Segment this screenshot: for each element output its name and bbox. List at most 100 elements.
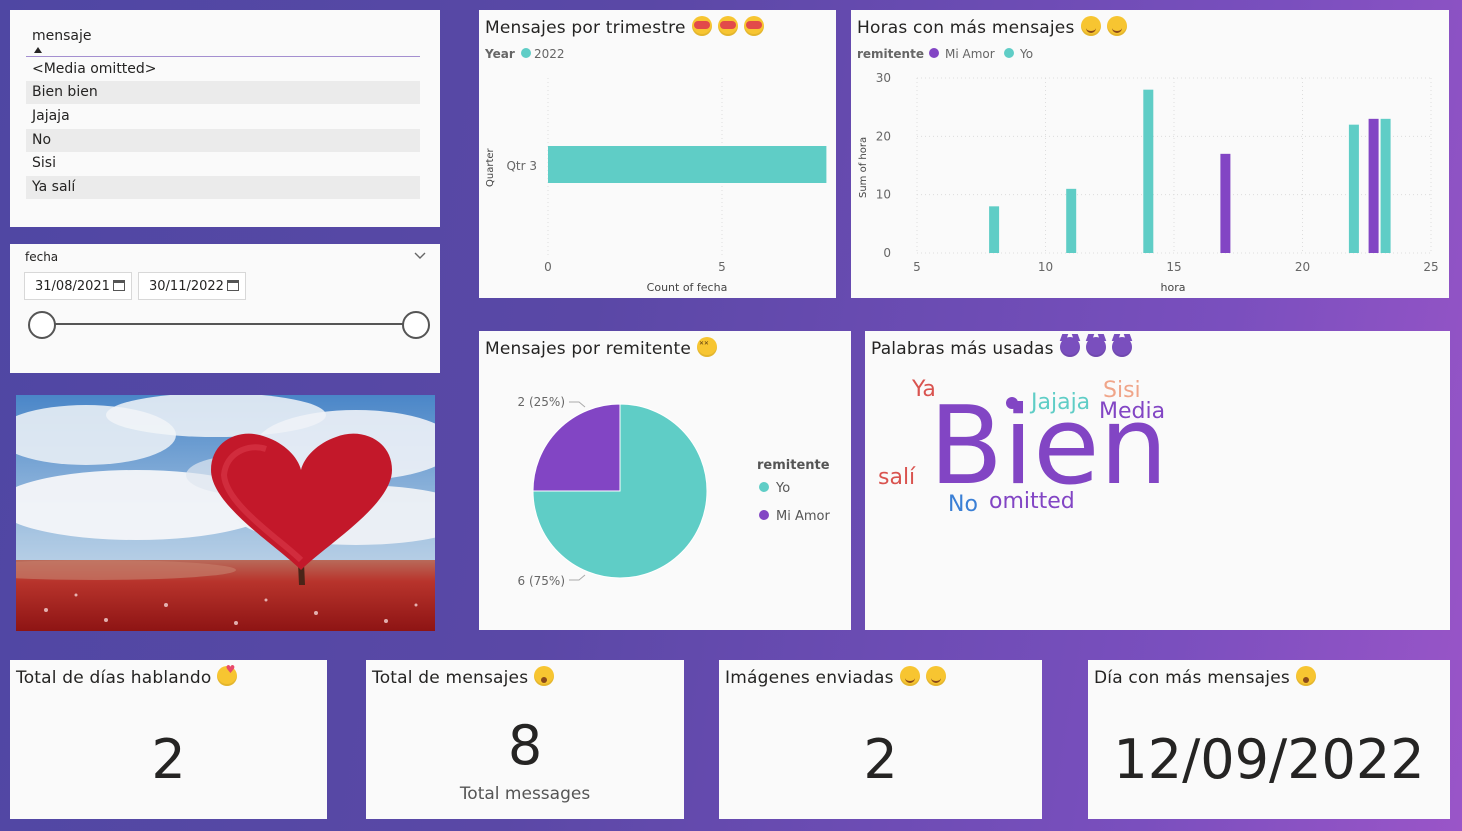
y-tick-label: 30 [876, 71, 891, 85]
word: No [948, 492, 978, 517]
pie-label-small: 2 (25%) [518, 395, 565, 409]
kpi-messages-title-text: Total de mensajes [372, 668, 529, 688]
flushed-emoji-icon [1295, 666, 1316, 686]
date-slicer: fecha 31/08/2021 30/11/2022 [10, 244, 440, 373]
date-range-track[interactable] [40, 323, 418, 325]
y-tick-label: 10 [876, 188, 891, 202]
label-leader [569, 401, 586, 408]
quarter-chart-card: Mensajes por trimestre Year 2022 Quarter… [479, 10, 836, 298]
flushed-emoji-icon [534, 666, 555, 686]
legend-item: Mi Amor [776, 509, 830, 524]
x-tick-label: 10 [1038, 260, 1053, 274]
slicer-item[interactable]: Ya salí [26, 176, 420, 199]
slicer-header[interactable]: mensaje [26, 26, 420, 57]
legend-marker-mi-amor [929, 48, 939, 58]
kpi-top-day-value: 12/09/2022 [1113, 728, 1425, 791]
word: omitted [989, 489, 1075, 514]
slicer-item[interactable]: Bien bien [26, 81, 420, 104]
kpi-images-title: Imágenes enviadas [725, 666, 946, 688]
legend-item: Mi Amor [945, 47, 995, 61]
date-slicer-label: fecha [25, 250, 59, 264]
slicer-item[interactable]: Jajaja [26, 105, 420, 128]
heart-tree-image [16, 395, 435, 631]
legend-item: Yo [1019, 47, 1033, 61]
kpi-days-title: Total de días hablando [16, 663, 238, 688]
x-tick-label: 0 [544, 260, 552, 274]
y-tick-label: 20 [876, 129, 891, 143]
legend-title: remitente [757, 458, 830, 473]
bar[interactable] [1220, 153, 1231, 253]
start-date-field[interactable]: 31/08/2021 [24, 272, 132, 300]
x-axis-label: hora [1161, 281, 1186, 294]
pie-label-large: 6 (75%) [518, 574, 565, 588]
start-date-handle[interactable] [28, 311, 56, 339]
legend-marker-mi-amor [759, 510, 769, 520]
y-tick-label: 0 [883, 246, 891, 260]
start-date-value: 31/08/2021 [35, 279, 110, 294]
kpi-days-card: Total de días hablando 2 [10, 660, 327, 819]
bar[interactable] [1066, 188, 1077, 253]
kpi-messages-caption: Total messages [459, 784, 591, 804]
sort-arrow-icon[interactable] [34, 47, 42, 53]
slicer-item[interactable]: <Media omitted> [26, 58, 420, 81]
kpi-images-title-text: Imágenes enviadas [725, 668, 894, 688]
slicer-item[interactable]: No [26, 129, 420, 152]
legend-item: Yo [775, 481, 790, 496]
legend-title: remitente [857, 47, 924, 61]
smirk-emoji-icon [899, 666, 920, 686]
word: Media [1099, 399, 1165, 424]
legend-item: 2022 [534, 47, 565, 61]
hours-chart: remitente Mi Amor Yo Sum of hora hora 0 1… [857, 47, 1439, 294]
y-axis-label: Quarter [485, 147, 496, 187]
legend-marker-yo [759, 482, 769, 492]
word: Ya [911, 377, 936, 402]
bar[interactable] [548, 146, 827, 183]
bar[interactable] [1368, 118, 1379, 253]
x-tick-label: 5 [913, 260, 921, 274]
word-dot [1006, 397, 1018, 409]
sender-chart: 2 (25%) 6 (75%) remitente Yo Mi Amor [518, 395, 831, 588]
bar[interactable] [1143, 89, 1154, 254]
legend-marker [521, 48, 531, 58]
smirk-emoji-icon [925, 666, 946, 686]
smiling-hearts-emoji-icon [217, 663, 238, 686]
calendar-icon[interactable] [227, 280, 239, 291]
bar[interactable] [1380, 118, 1391, 253]
bar[interactable] [1348, 124, 1359, 254]
kpi-days-value: 2 [151, 728, 186, 791]
kpi-top-day-title-text: Día con más mensajes [1094, 668, 1290, 688]
label-leader [569, 574, 586, 581]
kpi-messages-value: 8 [507, 714, 543, 777]
kpi-top-day-card: Día con más mensajes 12/09/2022 [1088, 660, 1450, 819]
chevron-down-icon[interactable] [414, 252, 426, 260]
kpi-images-value: 2 [863, 728, 898, 791]
y-axis-label: Sum of hora [858, 137, 869, 198]
word: Jajaja [1029, 390, 1090, 415]
category-label: Qtr 3 [506, 159, 537, 173]
x-tick-label: 20 [1295, 260, 1310, 274]
word-cloud-card: Palabras más usadas Bien Ya Jajaja Sisi … [865, 331, 1450, 630]
slicer-header-label: mensaje [32, 28, 92, 44]
word: salí [878, 465, 916, 490]
end-date-handle[interactable] [402, 311, 430, 339]
kpi-days-title-text: Total de días hablando [16, 668, 212, 688]
kpi-messages-title: Total de mensajes [372, 666, 555, 688]
hours-chart-card: Horas con más mensajes remitente Mi Amor… [851, 10, 1449, 298]
x-tick-label: 5 [718, 260, 726, 274]
x-tick-label: 25 [1423, 260, 1438, 274]
sender-chart-card: Mensajes por remitente 2 (25%) 6 (75%) r… [479, 331, 851, 630]
message-slicer: mensaje <Media omitted> Bien bien Jajaja… [10, 10, 440, 227]
legend-marker-yo [1004, 48, 1014, 58]
slicer-item[interactable]: Sisi [26, 152, 420, 175]
x-axis-label: Count of fecha [647, 281, 728, 294]
end-date-field[interactable]: 30/11/2022 [138, 272, 246, 300]
kpi-top-day-title: Día con más mensajes [1094, 666, 1316, 688]
calendar-icon[interactable] [113, 280, 125, 291]
kpi-messages-card: Total de mensajes 8 Total messages [366, 660, 684, 819]
quarter-chart: Year 2022 Quarter Qtr 3 0 5 Count of fec… [484, 47, 827, 294]
pie-slice[interactable] [532, 403, 621, 492]
legend-title: Year [484, 47, 515, 61]
bar[interactable] [989, 206, 1000, 253]
word-cloud: Bien Ya Jajaja Sisi Media salí No omitte… [878, 377, 1168, 517]
kpi-images-card: Imágenes enviadas 2 [719, 660, 1042, 819]
